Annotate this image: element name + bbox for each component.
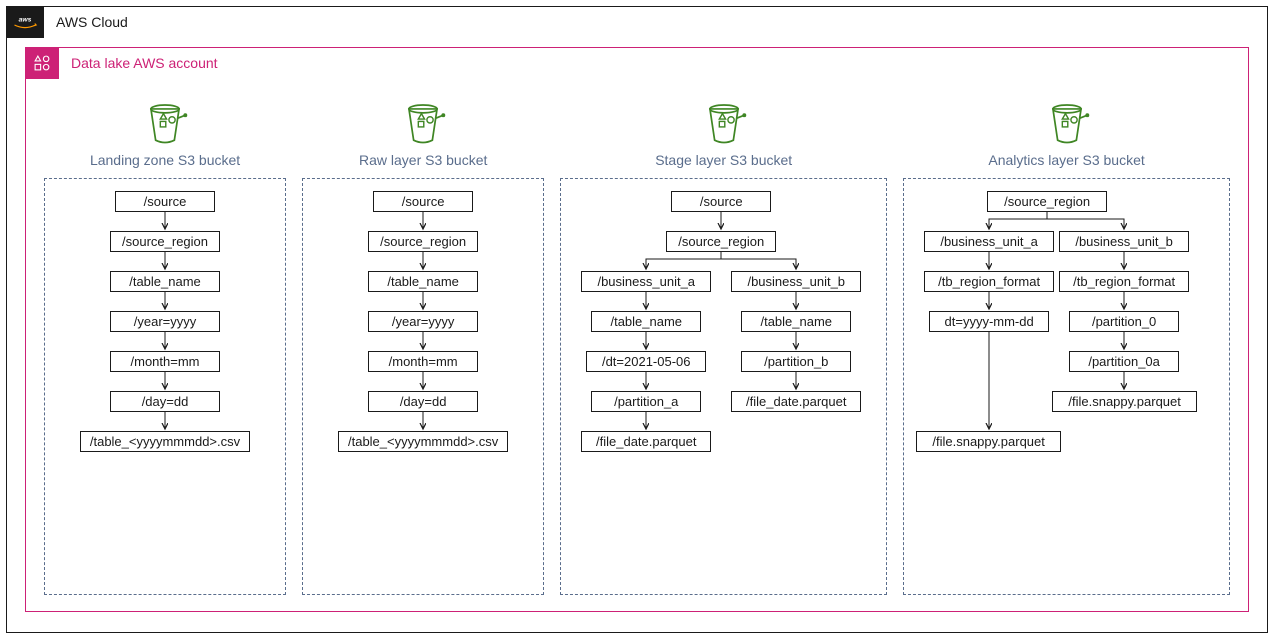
path-node: /table_name (741, 311, 851, 332)
landing-bucket-title: Landing zone S3 bucket (90, 152, 240, 168)
aws-cloud-group: aws AWS Cloud Data lake AWS account (6, 6, 1268, 633)
path-node: /table_<yyyymmmdd>.csv (338, 431, 508, 452)
path-node: /table_name (591, 311, 701, 332)
path-node: /tb_region_format (1059, 271, 1189, 292)
path-node: /partition_0 (1069, 311, 1179, 332)
path-node: /source (115, 191, 215, 212)
path-node: /day=dd (110, 391, 220, 412)
raw-bucket-title: Raw layer S3 bucket (359, 152, 487, 168)
s3-bucket-icon (1042, 98, 1092, 148)
path-node: /file.snappy.parquet (1052, 391, 1197, 412)
path-node: /dt=2021-05-06 (586, 351, 706, 372)
path-node: /partition_b (741, 351, 851, 372)
path-node: /partition_0a (1069, 351, 1179, 372)
path-node: /day=dd (368, 391, 478, 412)
raw-bucket-group: Raw layer S3 bucket (302, 98, 544, 595)
s3-bucket-icon (140, 98, 190, 148)
account-title: Data lake AWS account (71, 55, 218, 71)
path-node: dt=yyyy-mm-dd (929, 311, 1049, 332)
path-node: /file_date.parquet (581, 431, 711, 452)
cloud-title: AWS Cloud (56, 14, 128, 30)
path-node: /source_region (666, 231, 776, 252)
path-node: /year=yyyy (110, 311, 220, 332)
aws-logo-icon: aws (6, 6, 44, 38)
path-node: /business_unit_b (731, 271, 861, 292)
path-node: /file_date.parquet (731, 391, 861, 412)
path-node: /table_<yyyymmmdd>.csv (80, 431, 250, 452)
path-node: /file.snappy.parquet (916, 431, 1061, 452)
path-node: /source_region (987, 191, 1107, 212)
s3-bucket-icon (699, 98, 749, 148)
svg-text:aws: aws (19, 16, 32, 23)
data-lake-account-group: Data lake AWS account (25, 47, 1249, 612)
path-node: /source_region (368, 231, 478, 252)
analytics-bucket-title: Analytics layer S3 bucket (988, 152, 1144, 168)
path-node: /business_unit_b (1059, 231, 1189, 252)
landing-bucket-group: Landing zone S3 bucket (44, 98, 286, 595)
path-node: /partition_a (591, 391, 701, 412)
path-node: /table_name (368, 271, 478, 292)
path-node: /source (373, 191, 473, 212)
path-node: /year=yyyy (368, 311, 478, 332)
path-node: /business_unit_a (581, 271, 711, 292)
path-node: /business_unit_a (924, 231, 1054, 252)
path-node: /source (671, 191, 771, 212)
path-node: /month=mm (368, 351, 478, 372)
stage-bucket-title: Stage layer S3 bucket (655, 152, 792, 168)
path-node: /table_name (110, 271, 220, 292)
analytics-bucket-group: Analytics layer S3 bucket (903, 98, 1230, 595)
path-node: /source_region (110, 231, 220, 252)
account-icon (25, 47, 59, 79)
path-node: /month=mm (110, 351, 220, 372)
stage-bucket-group: Stage layer S3 bucket (560, 98, 887, 595)
s3-bucket-icon (398, 98, 448, 148)
path-node: /tb_region_format (924, 271, 1054, 292)
